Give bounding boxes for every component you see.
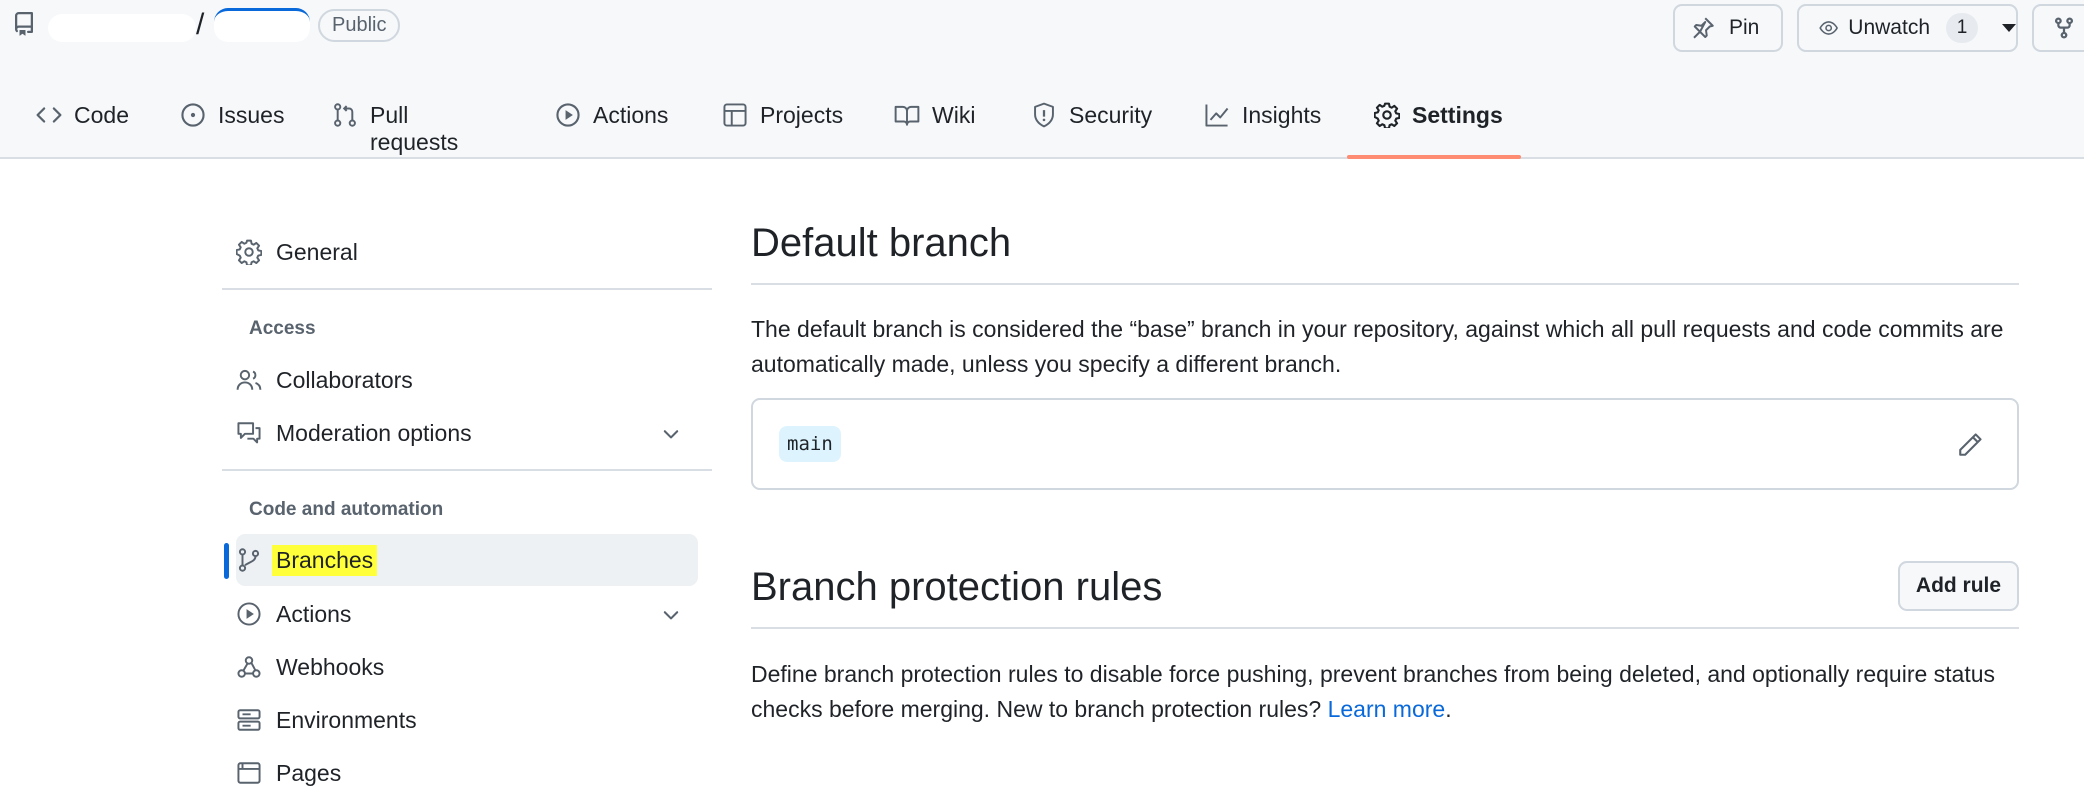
repo-header: / Public Pin Unwatch 1 Code Issues Pull …: [0, 0, 2084, 159]
people-icon: [236, 369, 262, 390]
protection-description-period: .: [1445, 696, 1452, 722]
code-icon: [36, 107, 62, 123]
graph-icon: [1205, 104, 1229, 127]
chevron-down-icon[interactable]: [660, 604, 682, 626]
sidebar-item-moderation-options[interactable]: Moderation options: [236, 408, 472, 458]
pin-button[interactable]: Pin: [1673, 4, 1783, 52]
git-branch-icon: [238, 548, 260, 572]
tab-label: Security: [1069, 102, 1153, 128]
watch-button[interactable]: Unwatch 1: [1797, 4, 2018, 52]
webhook-icon: [237, 656, 261, 678]
watch-count: 1: [1946, 13, 1978, 43]
sidebar-active-indicator: [224, 543, 229, 579]
sidebar-divider: [222, 469, 712, 471]
sidebar-item-branches[interactable]: Branches: [236, 535, 378, 585]
server-icon: [237, 709, 261, 731]
tab-insights[interactable]: Insights: [1204, 88, 1321, 150]
branch-protection-heading: Branch protection rules: [751, 565, 1163, 609]
branch-protection-description: Define branch protection rules to disabl…: [751, 657, 2019, 727]
repo-path-separator: /: [196, 8, 205, 41]
sidebar-heading-code-automation: Code and automation: [249, 499, 444, 520]
tab-label: Code: [74, 102, 129, 128]
tab-label: Pull requests: [370, 102, 459, 155]
default-branch-description: The default branch is considered the “ba…: [751, 316, 2004, 377]
tab-code[interactable]: Code: [36, 88, 129, 150]
shield-icon: [1034, 102, 1054, 128]
default-branch-box: main: [751, 398, 2019, 490]
book-icon: [894, 105, 920, 126]
section-divider: [751, 627, 2019, 629]
gear-icon: [236, 239, 262, 265]
sidebar-item-label: Actions: [276, 600, 352, 627]
play-icon: [237, 602, 261, 626]
tab-label: Wiki: [932, 102, 976, 128]
browser-icon: [237, 762, 261, 784]
repo-forked-icon: [2055, 17, 2073, 39]
tab-label: Projects: [760, 102, 844, 128]
tab-issues[interactable]: Issues: [180, 88, 284, 150]
tab-label: Settings: [1412, 102, 1503, 128]
sidebar-item-pages[interactable]: Pages: [236, 748, 341, 798]
play-icon: [556, 103, 580, 127]
fork-button[interactable]: [2032, 4, 2084, 52]
issue-opened-icon: [181, 103, 205, 127]
default-branch-heading: Default branch: [751, 221, 1012, 265]
git-pull-request-icon: [334, 103, 356, 127]
visibility-badge: Public: [318, 9, 401, 42]
tab-wiki[interactable]: Wiki: [894, 88, 975, 150]
table-icon: [723, 103, 747, 127]
tab-label: Issues: [218, 102, 285, 128]
repo-icon: [15, 12, 33, 36]
tab-label: Actions: [593, 102, 669, 128]
tab-actions[interactable]: Actions: [555, 88, 668, 150]
sidebar-item-label: General: [276, 238, 358, 265]
sidebar-divider: [222, 288, 712, 290]
sidebar-item-label: Branches: [272, 544, 378, 576]
repo-name-link[interactable]: [214, 8, 310, 42]
sidebar-item-actions[interactable]: Actions: [236, 589, 351, 639]
tab-settings[interactable]: Settings: [1374, 88, 1503, 150]
tab-label: Insights: [1242, 102, 1322, 128]
sidebar-heading-access: Access: [249, 318, 316, 339]
gear-icon: [1374, 102, 1400, 128]
sidebar-item-label: Environments: [276, 706, 417, 733]
pencil-icon[interactable]: [1957, 432, 1983, 458]
sidebar-item-collaborators[interactable]: Collaborators: [236, 355, 413, 405]
watch-label: Unwatch: [1848, 16, 1930, 39]
chevron-down-icon[interactable]: [660, 423, 682, 445]
pin-icon: [1693, 17, 1714, 39]
sidebar-item-label: Moderation options: [276, 419, 472, 446]
sidebar-item-label: Collaborators: [276, 366, 413, 393]
selected-tab-underline: [1347, 155, 1521, 159]
learn-more-link[interactable]: Learn more: [1328, 696, 1446, 722]
sidebar-item-general[interactable]: General: [236, 227, 358, 277]
sidebar-item-label: Pages: [276, 759, 342, 786]
tab-pull-requests[interactable]: Pull requests: [332, 88, 458, 155]
tab-security[interactable]: Security: [1031, 88, 1152, 150]
sidebar-item-environments[interactable]: Environments: [236, 695, 417, 745]
eye-icon: [1819, 21, 1838, 35]
repo-owner-link[interactable]: [48, 14, 196, 42]
pin-label: Pin: [1729, 16, 1760, 39]
tab-projects[interactable]: Projects: [722, 88, 843, 150]
sidebar-item-webhooks[interactable]: Webhooks: [236, 642, 384, 692]
add-rule-button[interactable]: Add rule: [1898, 561, 2019, 611]
comment-discussion-icon: [237, 422, 261, 444]
caret-down-icon[interactable]: [2002, 24, 2016, 32]
sidebar-item-label: Webhooks: [276, 653, 385, 680]
section-divider: [751, 283, 2019, 285]
default-branch-name: main: [779, 426, 841, 462]
